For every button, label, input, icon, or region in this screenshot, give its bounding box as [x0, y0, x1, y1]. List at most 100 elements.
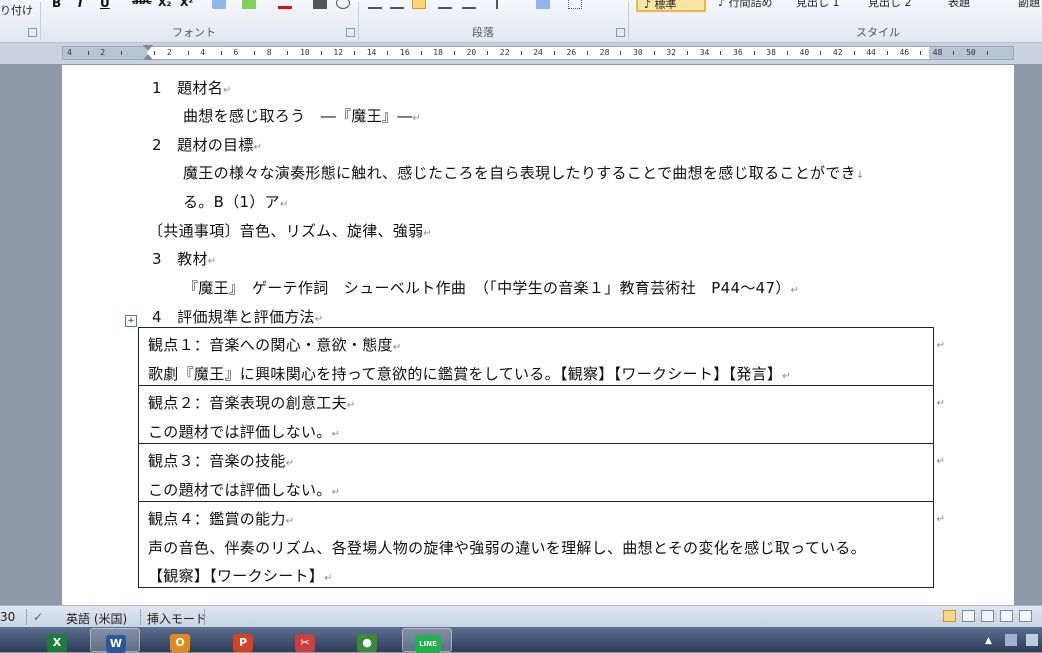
align-right-icon[interactable]	[412, 0, 426, 9]
taskbar-app-excel[interactable]: X	[32, 628, 82, 652]
ruler-tick	[154, 51, 156, 55]
ribbon: り付け B I U abc X₂ X² フォント 段落 ♪ 標準 ♪ 行間詰め …	[0, 0, 1042, 43]
outlook-icon: O	[170, 634, 190, 652]
bold-button[interactable]: B	[52, 0, 61, 10]
style-heading-2[interactable]: 見出し 2	[862, 0, 934, 12]
ruler-tick	[87, 51, 89, 55]
ruler-tick-label: 28	[599, 48, 610, 57]
ruler-tick	[986, 51, 988, 55]
page-count[interactable]: 30	[0, 610, 15, 624]
draft-view-icon[interactable]	[1019, 610, 1032, 622]
table-row[interactable]: 観点１：音楽への関心・意欲・態度↵ 歌劇『魔王』に興味関心を持って意欲的に鑑賞を…	[139, 328, 945, 386]
criterion-method: 歌劇『魔王』に興味関心を持って意欲的に鑑賞をしている。【観察】【ワークシート】【…	[148, 365, 791, 383]
heading-topic-name[interactable]: 1 題材名↵	[152, 77, 232, 98]
underline-button[interactable]: U	[100, 0, 110, 10]
tray-arrow-icon[interactable]: ▲	[985, 636, 992, 646]
ruler-tick-label: 46	[899, 48, 910, 57]
heading-topic-goal[interactable]: 2 題材の目標↵	[152, 134, 262, 155]
chrome-icon: ●	[357, 634, 377, 652]
align-left-icon[interactable]	[368, 0, 382, 9]
common-items[interactable]: 〔共通事項〕音色、リズム、旋律、強弱↵	[148, 220, 432, 241]
style-no-spacing[interactable]: ♪ 行間詰め	[712, 0, 788, 12]
font-launcher-icon[interactable]	[346, 28, 355, 37]
proofing-icon[interactable]: ✓	[33, 610, 43, 624]
taskbar-app-chrome[interactable]: ●	[342, 628, 392, 652]
subscript-button[interactable]: X₂	[158, 0, 171, 9]
full-screen-reading-view-icon[interactable]	[962, 610, 975, 622]
heading-materials[interactable]: 3 教材↵	[152, 248, 216, 269]
ruler-tick	[753, 51, 755, 55]
ruler-tick-label: 12	[333, 48, 344, 57]
taskbar-app-snipping-tool[interactable]: ✂	[280, 628, 330, 652]
borders-icon[interactable]	[568, 0, 582, 9]
ruler-tick-label: 34	[699, 48, 710, 57]
ruler-tick	[387, 51, 389, 55]
network-icon[interactable]	[1005, 634, 1017, 646]
topic-goal-body[interactable]: 魔王の様々な演奏形態に触れ、感じたころを自ら表現したりすることで曲想を感じ取るこ…	[183, 162, 865, 183]
criterion-title: 観点１：音楽への関心・意欲・態度↵	[148, 336, 402, 354]
paragraph-launcher-icon[interactable]	[616, 28, 625, 37]
shading-icon[interactable]	[536, 0, 550, 9]
italic-button[interactable]: I	[78, 0, 82, 10]
language-indicator[interactable]: 英語 (米国)	[66, 610, 127, 627]
style-heading-1[interactable]: 見出し 1	[790, 0, 862, 12]
superscript-button[interactable]: X²	[180, 0, 193, 9]
paste-button-label[interactable]: り付け	[0, 2, 33, 18]
taskbar-app-powerpoint[interactable]: P	[218, 628, 268, 652]
style-normal[interactable]: ♪ 標準	[636, 0, 706, 12]
style-subtitle[interactable]: 副題	[1012, 0, 1042, 12]
ruler-tick	[553, 51, 555, 55]
ruler-tick-label: 2	[166, 48, 172, 57]
line-spacing-icon[interactable]	[496, 0, 510, 9]
table-move-handle-icon[interactable]: +	[125, 315, 137, 327]
ruler-tick-label: 44	[866, 48, 876, 57]
font-group-label: フォント	[172, 26, 216, 39]
ruler-tick-label: 36	[733, 48, 743, 57]
ruler-track[interactable]: 4 2 2 4 6 8 10 12 14 16 18 20 22 24 26 28 30 32 34 36 38 40 42…	[62, 45, 1014, 60]
clipboard-launcher-icon[interactable]	[28, 28, 37, 37]
materials-body[interactable]: 『魔王』 ゲーテ作詞 シューベルト作曲 （「中学生の音楽１」教育芸術社 P44～…	[183, 277, 799, 298]
ruler-tick-label: 4	[67, 48, 72, 57]
snipping-tool-icon: ✂	[295, 634, 315, 652]
table-row[interactable]: 観点２：音楽表現の創意工夫↵ この題材では評価しない。↵ ↵	[139, 386, 945, 444]
taskbar-app-line[interactable]: LINE	[402, 628, 452, 653]
status-divider	[204, 609, 205, 625]
justify-icon[interactable]	[438, 0, 452, 9]
evaluation-table[interactable]: 観点１：音楽への関心・意欲・態度↵ 歌劇『魔王』に興味関心を持って意欲的に鑑賞を…	[138, 327, 945, 588]
align-center-icon[interactable]	[390, 0, 404, 9]
font-color-icon[interactable]	[278, 0, 292, 9]
distributed-icon[interactable]	[462, 0, 476, 9]
topic-goal-body-continued[interactable]: る。B（1）ア↵	[183, 191, 289, 212]
print-layout-view-icon[interactable]	[943, 610, 956, 622]
ruler-tick-label: 24	[533, 48, 543, 57]
criterion-method: この題材では評価しない。↵	[148, 481, 341, 499]
insert-mode-indicator[interactable]: 挿入モード	[147, 610, 207, 627]
highlight-color-icon[interactable]	[242, 0, 256, 9]
first-line-indent-icon[interactable]	[143, 45, 153, 51]
ruler-tick	[687, 51, 689, 55]
web-layout-view-icon[interactable]	[981, 610, 994, 622]
criterion-method: この題材では評価しない。↵	[148, 423, 341, 441]
taskbar-app-outlook[interactable]: O	[155, 628, 205, 652]
document-page[interactable]: 1 題材名↵ 曲想を感じ取ろう ―『魔王』―↵ 2 題材の目標↵ 魔王の様々な演…	[62, 65, 1014, 605]
heading-evaluation[interactable]: 4 評価規準と評価方法↵	[152, 306, 324, 327]
table-row[interactable]: 観点３：音楽の技能↵ この題材では評価しない。↵ ↵	[139, 444, 945, 502]
ruler-tick	[620, 51, 622, 55]
criterion-method-continued: 【観察】【ワークシート】↵	[148, 567, 333, 585]
character-shading-icon[interactable]	[313, 0, 327, 9]
text-effects-icon[interactable]	[212, 0, 226, 9]
topic-name-body[interactable]: 曲想を感じ取ろう ―『魔王』―↵	[183, 105, 421, 126]
table-row[interactable]: 観点４：鑑賞の能力↵ 声の音色、伴奏のリズム、各登場人物の旋律や強弱の違いを理解…	[139, 502, 945, 587]
style-title[interactable]: 表題	[942, 0, 998, 12]
ruler-tick	[320, 51, 322, 55]
hanging-indent-icon[interactable]	[143, 54, 153, 60]
enclose-characters-icon[interactable]	[336, 0, 350, 9]
ribbon-divider	[40, 2, 41, 40]
ruler-tick	[520, 51, 522, 55]
ruler-tick-label: 4	[200, 48, 206, 57]
volume-icon[interactable]	[1026, 634, 1038, 646]
strikethrough-button[interactable]: abc	[132, 0, 152, 7]
outline-view-icon[interactable]	[1000, 610, 1013, 622]
ruler-tick	[653, 51, 655, 55]
taskbar-app-word[interactable]: W	[90, 628, 140, 653]
